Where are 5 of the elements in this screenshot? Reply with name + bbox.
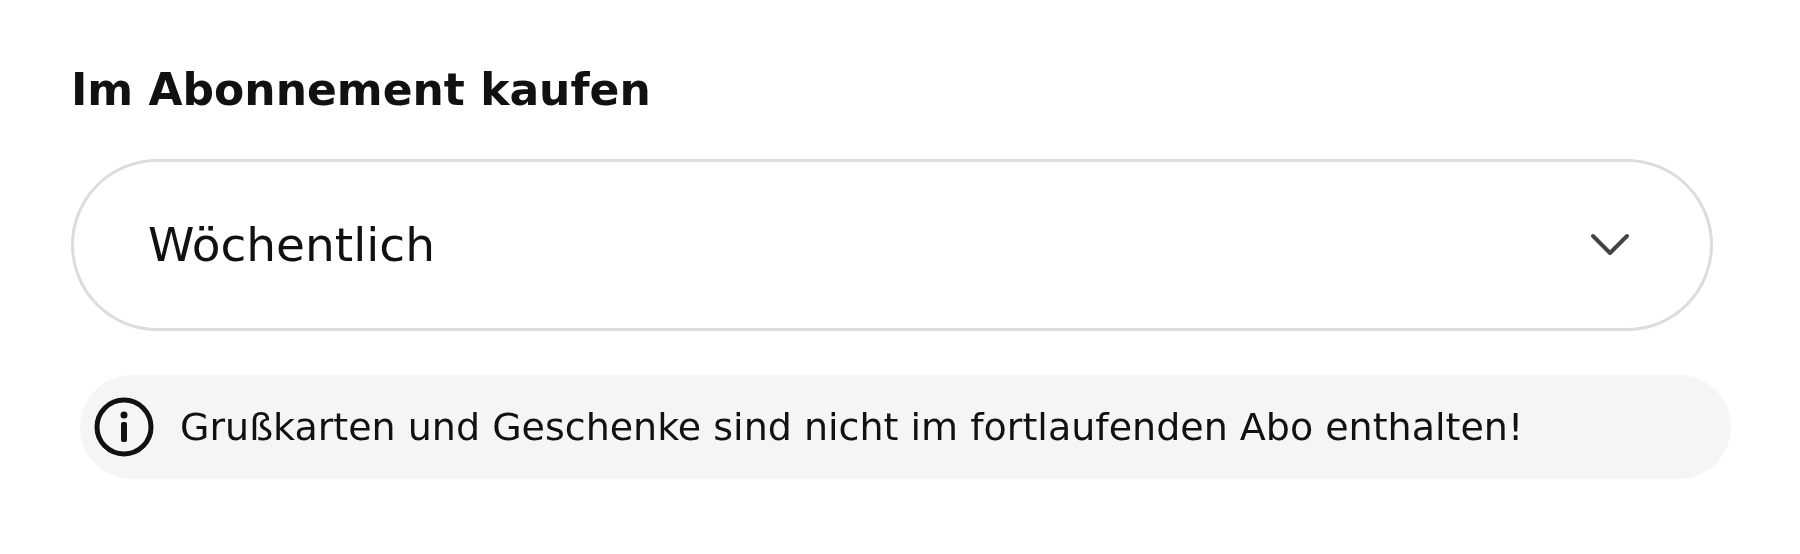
notice-text: Grußkarten und Geschenke sind nicht im fortlaufenden Abo enthalten! <box>180 404 1524 449</box>
chevron-down-icon <box>1590 232 1630 257</box>
section-heading: Im Abonnement kaufen <box>71 64 652 117</box>
frequency-select[interactable]: Wöchentlich <box>71 158 1713 331</box>
info-icon <box>94 396 154 457</box>
